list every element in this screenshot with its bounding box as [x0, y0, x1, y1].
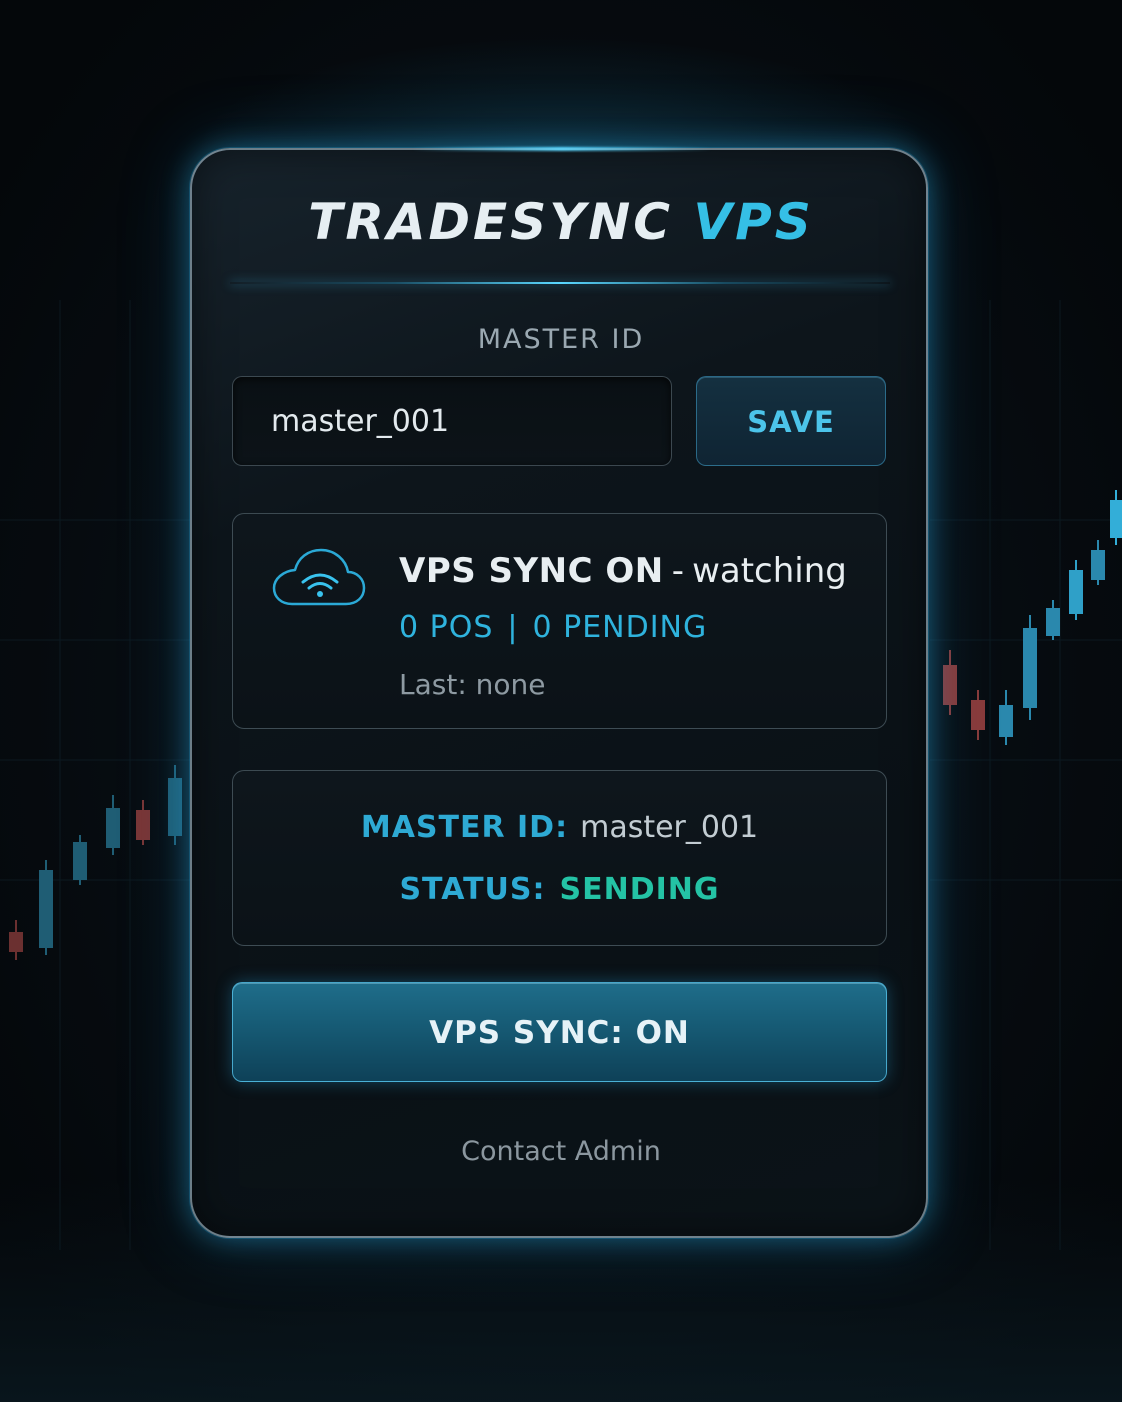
app-title-suffix: VPS: [693, 193, 814, 251]
sync-counts: 0 POS | 0 PENDING: [399, 608, 707, 648]
save-button[interactable]: SAVE: [696, 376, 886, 466]
last-sync-value: none: [475, 668, 546, 701]
info-master-value: master_001: [580, 810, 759, 845]
app-stage: TRADESYNC VPS MASTER ID master_001 SAVE …: [0, 0, 1122, 1402]
info-status-row: STATUS: SENDING: [232, 870, 887, 910]
last-sync: Last: none: [399, 666, 546, 704]
vps-sync-toggle-button[interactable]: VPS SYNC: ON: [232, 982, 887, 1082]
app-title: TRADESYNC VPS: [0, 190, 1122, 254]
info-master-row: MASTER ID: master_001: [232, 808, 887, 848]
counts-separator: |: [507, 610, 519, 645]
info-status-key: STATUS:: [399, 872, 546, 907]
master-id-label: MASTER ID: [477, 324, 645, 355]
app-title-brand: TRADESYNC: [308, 193, 673, 251]
sync-title: VPS SYNC ON - watching: [399, 549, 847, 593]
status-badge: SENDING: [559, 872, 720, 907]
title-divider: [230, 282, 890, 284]
sync-state: VPS SYNC ON: [399, 551, 664, 591]
sync-title-separator: -: [671, 551, 685, 591]
last-sync-label: Last:: [399, 668, 467, 701]
pending-count: 0 PENDING: [532, 610, 708, 645]
info-card: [232, 770, 887, 946]
positions-count: 0 POS: [399, 610, 494, 645]
cloud-wifi-icon: [272, 548, 366, 606]
panel-top-glow: [412, 147, 712, 151]
sync-mode: watching: [692, 551, 847, 591]
info-master-key: MASTER ID:: [360, 810, 569, 845]
master-id-input[interactable]: master_001: [232, 376, 672, 466]
contact-admin-link[interactable]: Contact Admin: [0, 1134, 1122, 1170]
